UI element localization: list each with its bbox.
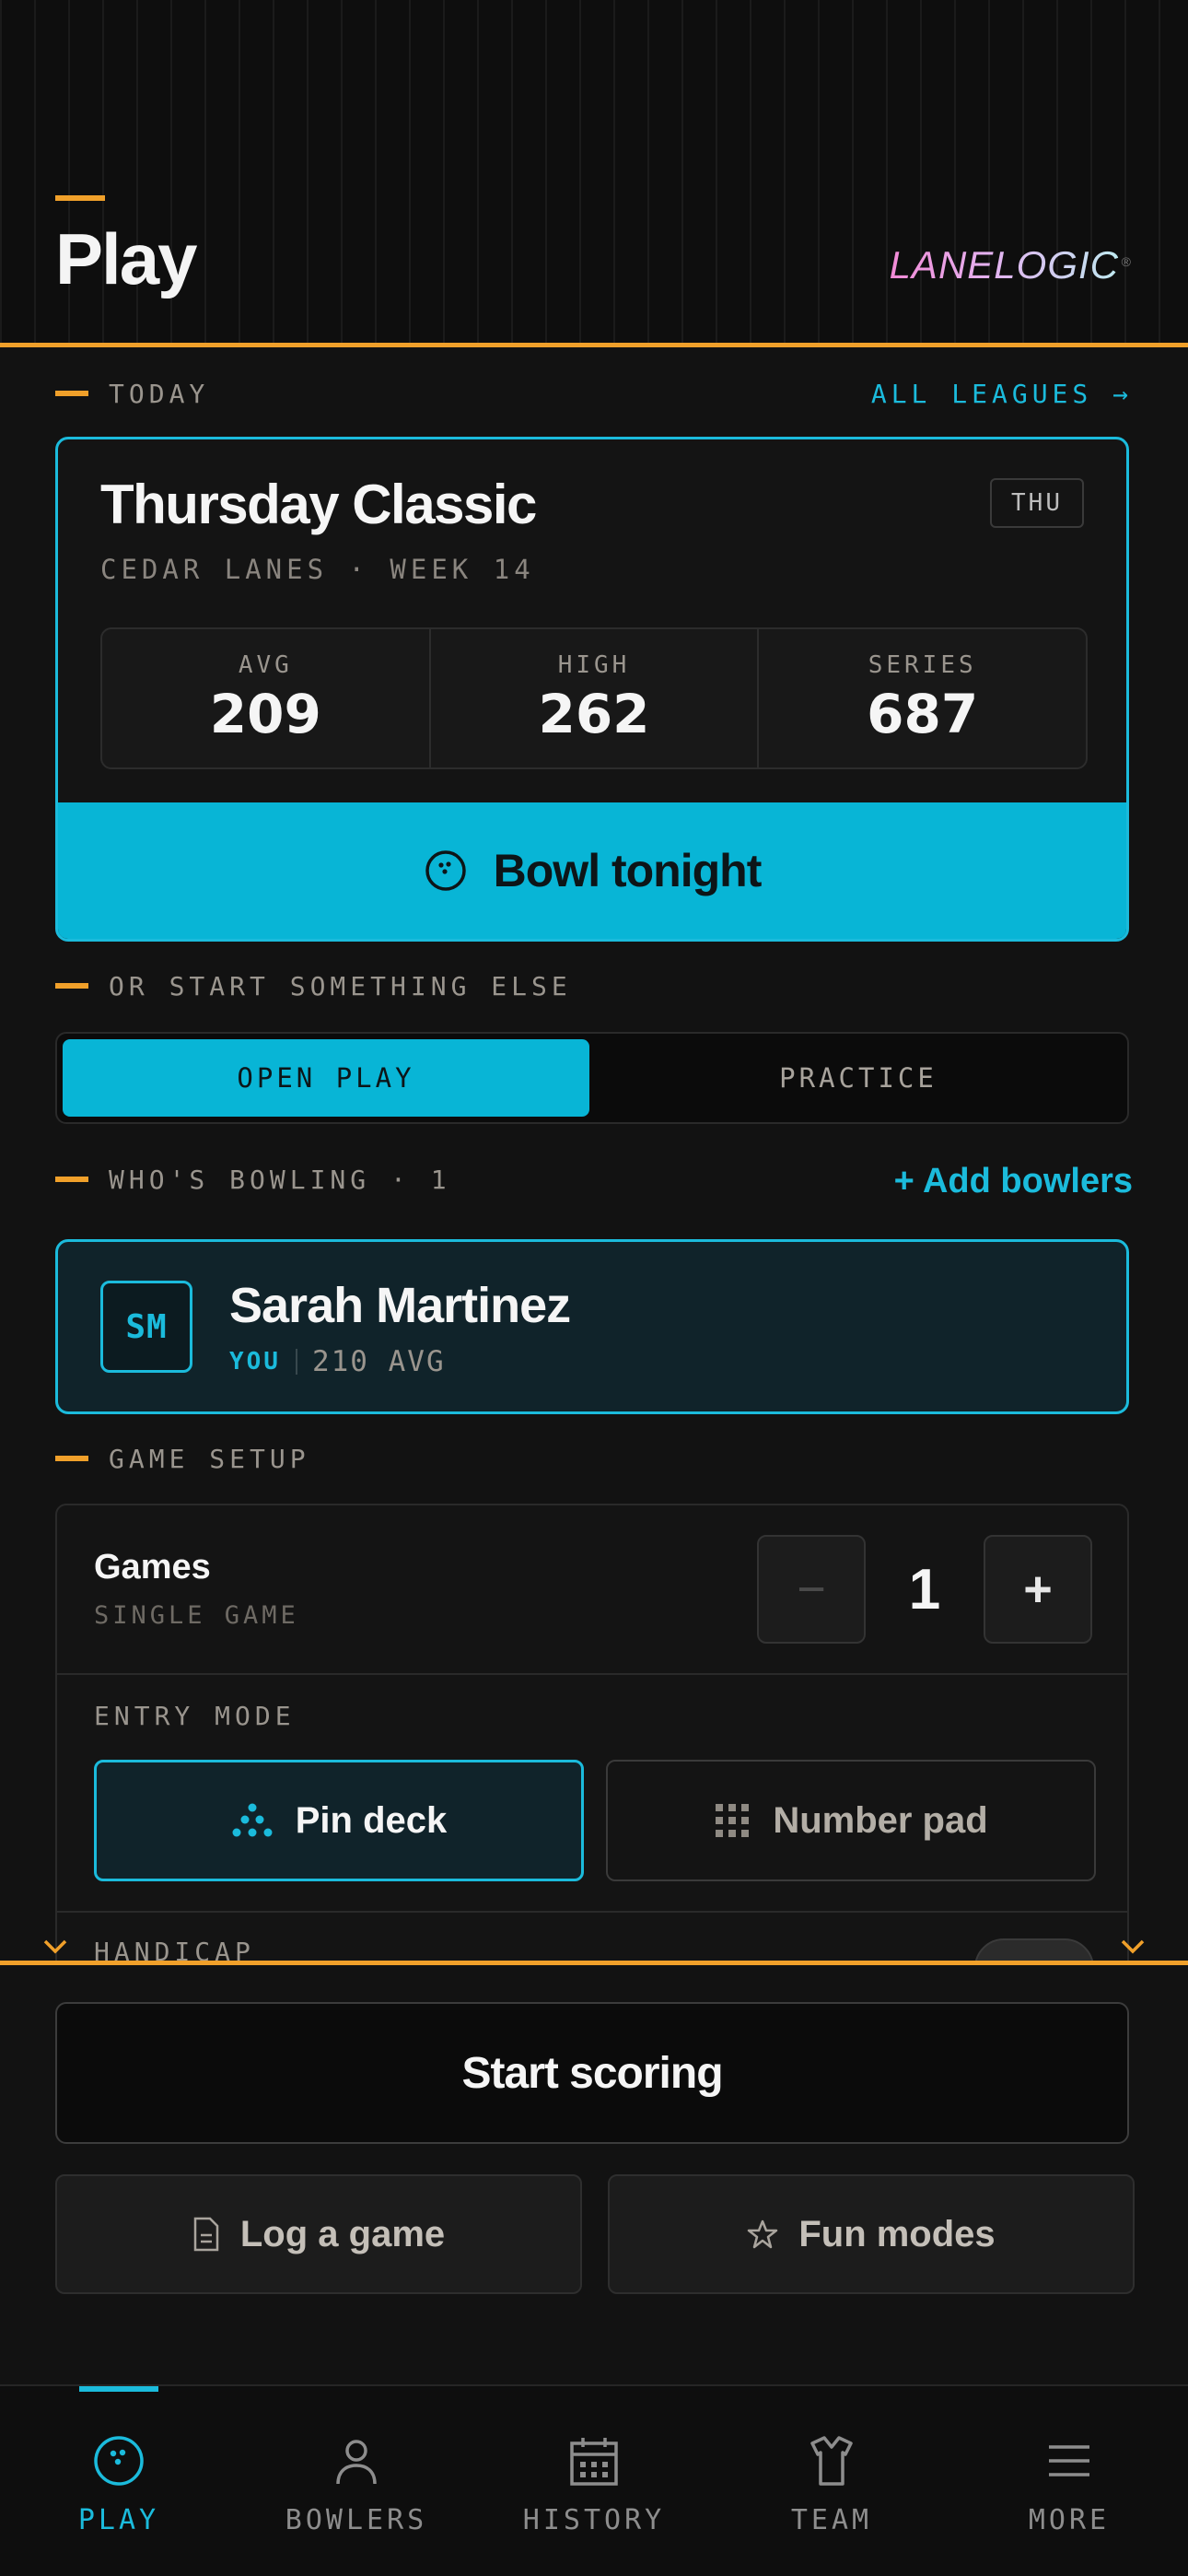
document-icon <box>193 2217 219 2252</box>
title-accent <box>55 195 105 201</box>
bowling-ball-icon <box>425 850 466 891</box>
pin-deck-option[interactable]: Pin deck <box>94 1760 584 1881</box>
stat-label: SERIES <box>868 651 977 679</box>
star-icon <box>748 2219 778 2249</box>
tab-label: HISTORY <box>522 2504 666 2536</box>
league-subtitle: CEDAR LANES · WEEK 14 <box>100 554 535 585</box>
header-divider <box>0 343 1188 347</box>
stat-label: AVG <box>238 651 293 679</box>
tab-label: PLAY <box>77 2504 160 2536</box>
app-header: Play LANELOGIC ® <box>0 0 1188 343</box>
person-icon <box>336 2440 377 2485</box>
chevron-down-icon <box>1120 1933 1146 1961</box>
brand-logo-text: LANELOGIC <box>889 243 1119 287</box>
bowling-ball-icon <box>94 2436 144 2486</box>
pin-deck-label: Pin deck <box>295 1799 448 1841</box>
section-label-text: OR START SOMETHING ELSE <box>109 970 572 1001</box>
tab-play[interactable]: PLAY <box>0 2386 238 2576</box>
section-dash <box>55 983 88 989</box>
tab-more[interactable]: MORE <box>950 2386 1188 2576</box>
tab-team[interactable]: TEAM <box>713 2386 950 2576</box>
game-setup-panel: Games SINGLE GAME − 1 + ENTRY MODE Pin d… <box>55 1504 1129 2038</box>
action-panel: Start scoring Log a game Fun modes <box>0 1939 1188 2384</box>
stat-value: 687 <box>867 683 979 745</box>
menu-icon <box>1049 2445 1089 2476</box>
tab-label: BOWLERS <box>285 2504 428 2536</box>
section-label-text: WHO'S BOWLING · 1 <box>109 1164 451 1195</box>
start-scoring-button[interactable]: Start scoring <box>55 2002 1129 2144</box>
log-game-button[interactable]: Log a game <box>55 2174 582 2294</box>
games-subtitle: SINGLE GAME <box>94 1601 299 1630</box>
active-tab-indicator <box>79 2386 158 2392</box>
section-label-alt-start: OR START SOMETHING ELSE <box>55 967 572 1004</box>
stat-label: HIGH <box>557 651 631 679</box>
pin-deck-icon <box>232 1803 273 1837</box>
decrement-games-button[interactable]: − <box>757 1535 866 1644</box>
stat-value: 209 <box>209 683 321 745</box>
add-bowlers-link[interactable]: + Add bowlers <box>894 1159 1133 1203</box>
meta-divider <box>295 1349 297 1375</box>
section-dash <box>55 391 88 396</box>
tab-label: TEAM <box>790 2504 873 2536</box>
divider <box>57 1911 1127 1913</box>
log-game-label: Log a game <box>239 2213 446 2254</box>
avatar: SM <box>100 1281 192 1373</box>
number-pad-option[interactable]: Number pad <box>606 1760 1096 1881</box>
number-pad-label: Number pad <box>773 1799 988 1841</box>
entry-mode-label: ENTRY MODE <box>94 1701 296 1731</box>
bowler-meta: YOU 210 AVG <box>229 1345 446 1378</box>
chevron-down-icon <box>42 1933 68 1961</box>
page-title: Play <box>55 218 197 299</box>
calendar-icon <box>570 2438 618 2486</box>
open-play-option[interactable]: OPEN PLAY <box>63 1039 589 1117</box>
tab-bar: PLAY BOWLERS HISTORY TEAM MORE <box>0 2384 1188 2576</box>
section-dash <box>55 1177 88 1182</box>
divider <box>57 1673 1127 1675</box>
increment-games-button[interactable]: + <box>984 1535 1092 1644</box>
section-label-text: GAME SETUP <box>109 1443 310 1474</box>
section-label-bowlers: WHO'S BOWLING · 1 <box>55 1161 451 1198</box>
section-label-text: TODAY <box>109 378 210 409</box>
tab-label: MORE <box>1028 2504 1111 2536</box>
bowler-card[interactable]: SM Sarah Martinez YOU 210 AVG <box>55 1239 1129 1414</box>
you-badge: YOU <box>229 1348 281 1376</box>
stat-avg: AVG 209 <box>102 629 431 767</box>
league-name: Thursday Classic <box>100 474 537 535</box>
section-label-today: TODAY <box>55 375 209 412</box>
bowler-name: Sarah Martinez <box>229 1278 571 1333</box>
shirt-icon <box>810 2436 853 2486</box>
all-leagues-link[interactable]: ALL LEAGUES → <box>871 375 1133 412</box>
bowl-tonight-button[interactable]: Bowl tonight <box>58 802 1126 939</box>
bowl-tonight-label: Bowl tonight <box>493 845 763 896</box>
league-card[interactable]: Thursday Classic CEDAR LANES · WEEK 14 T… <box>55 437 1129 942</box>
section-label-setup: GAME SETUP <box>55 1440 310 1477</box>
scroll-divider <box>0 1961 1188 1965</box>
stat-value: 262 <box>538 683 650 745</box>
tab-history[interactable]: HISTORY <box>475 2386 713 2576</box>
tab-bowlers[interactable]: BOWLERS <box>238 2386 475 2576</box>
league-day-badge: THU <box>990 478 1084 528</box>
fun-modes-label: Fun modes <box>798 2213 996 2254</box>
games-label: Games <box>94 1548 211 1587</box>
play-mode-segmented-control: OPEN PLAY PRACTICE <box>55 1032 1129 1124</box>
stat-high: HIGH 262 <box>431 629 760 767</box>
bowler-average: 210 AVG <box>311 1345 446 1378</box>
brand-logo: LANELOGIC ® <box>889 238 1131 293</box>
brand-mark: ® <box>1121 254 1132 269</box>
keypad-icon <box>716 1804 750 1837</box>
section-dash <box>55 1456 88 1461</box>
stat-series: SERIES 687 <box>759 629 1086 767</box>
games-count: 1 <box>908 1557 941 1622</box>
practice-option[interactable]: PRACTICE <box>595 1039 1122 1117</box>
league-stats: AVG 209 HIGH 262 SERIES 687 <box>100 627 1088 769</box>
fun-modes-button[interactable]: Fun modes <box>608 2174 1135 2294</box>
